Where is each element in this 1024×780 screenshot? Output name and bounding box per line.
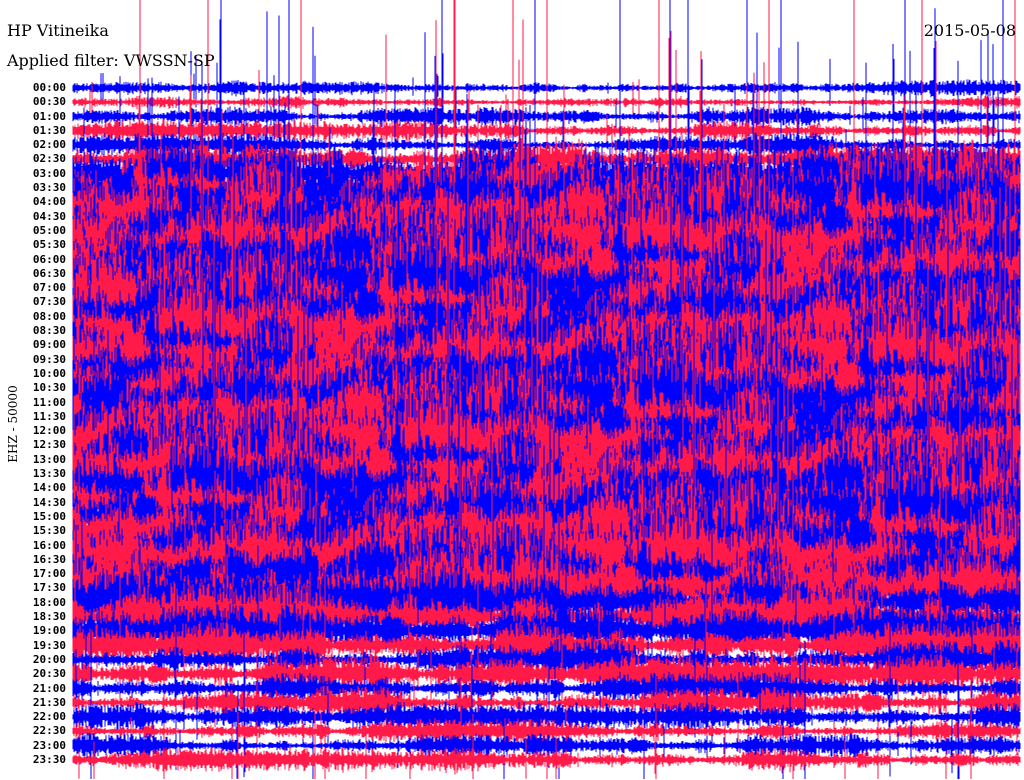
channel-label: EHZ - 50000 xyxy=(6,385,20,463)
time-tick-label: 17:00 xyxy=(32,567,66,581)
time-tick-label: 20:30 xyxy=(32,667,66,681)
time-tick-label: 02:00 xyxy=(32,138,66,152)
time-tick-label: 03:30 xyxy=(32,181,66,195)
time-tick-label: 01:30 xyxy=(32,123,66,137)
time-tick-label: 08:00 xyxy=(32,309,66,323)
filter-label: Applied filter: VWSSN-SP xyxy=(7,51,215,70)
time-tick-label: 05:00 xyxy=(32,223,66,237)
time-tick-label: 13:30 xyxy=(32,467,66,481)
time-tick-label: 00:30 xyxy=(32,95,66,109)
time-tick-label: 12:30 xyxy=(32,438,66,452)
time-tick-label: 04:30 xyxy=(32,209,66,223)
time-tick-label: 18:00 xyxy=(32,595,66,609)
time-tick-label: 23:00 xyxy=(32,738,66,752)
time-tick-label: 12:00 xyxy=(32,424,66,438)
time-tick-label: 10:30 xyxy=(32,381,66,395)
time-tick-label: 10:00 xyxy=(32,366,66,380)
time-tick-label: 07:00 xyxy=(32,281,66,295)
time-tick-label: 04:00 xyxy=(32,195,66,209)
time-tick-label: 16:30 xyxy=(32,552,66,566)
helicorder-plot xyxy=(72,0,1021,779)
time-tick-label: 19:30 xyxy=(32,638,66,652)
time-tick-label: 17:30 xyxy=(32,581,66,595)
time-tick-label: 05:30 xyxy=(32,238,66,252)
time-tick-label: 11:30 xyxy=(32,409,66,423)
time-tick-label: 22:30 xyxy=(32,724,66,738)
time-tick-label: 03:00 xyxy=(32,166,66,180)
time-tick-label: 07:30 xyxy=(32,295,66,309)
time-tick-label: 15:00 xyxy=(32,509,66,523)
plot-date: 2015-05-08 xyxy=(923,21,1016,40)
time-tick-label: 08:30 xyxy=(32,324,66,338)
time-tick-label: 22:00 xyxy=(32,710,66,724)
time-tick-label: 01:00 xyxy=(32,109,66,123)
time-tick-label: 14:00 xyxy=(32,481,66,495)
time-tick-label: 09:00 xyxy=(32,338,66,352)
time-tick-label: 06:00 xyxy=(32,252,66,266)
time-tick-label: 21:00 xyxy=(32,681,66,695)
time-tick-label: 00:00 xyxy=(32,81,66,94)
time-tick-label: 02:30 xyxy=(32,152,66,166)
time-tick-label: 21:30 xyxy=(32,695,66,709)
time-tick-label: 18:30 xyxy=(32,610,66,624)
time-tick-label: 15:30 xyxy=(32,524,66,538)
time-tick-label: 14:30 xyxy=(32,495,66,509)
time-tick-label: 13:00 xyxy=(32,452,66,466)
time-tick-label: 20:00 xyxy=(32,652,66,666)
time-tick-label: 06:30 xyxy=(32,266,66,280)
time-tick-label: 09:30 xyxy=(32,352,66,366)
time-tick-label: 16:00 xyxy=(32,538,66,552)
time-tick-label: 19:00 xyxy=(32,624,66,638)
station-name: HP Vitineika xyxy=(7,21,109,40)
time-tick-label: 23:30 xyxy=(32,753,66,766)
time-tick-label: 11:00 xyxy=(32,395,66,409)
